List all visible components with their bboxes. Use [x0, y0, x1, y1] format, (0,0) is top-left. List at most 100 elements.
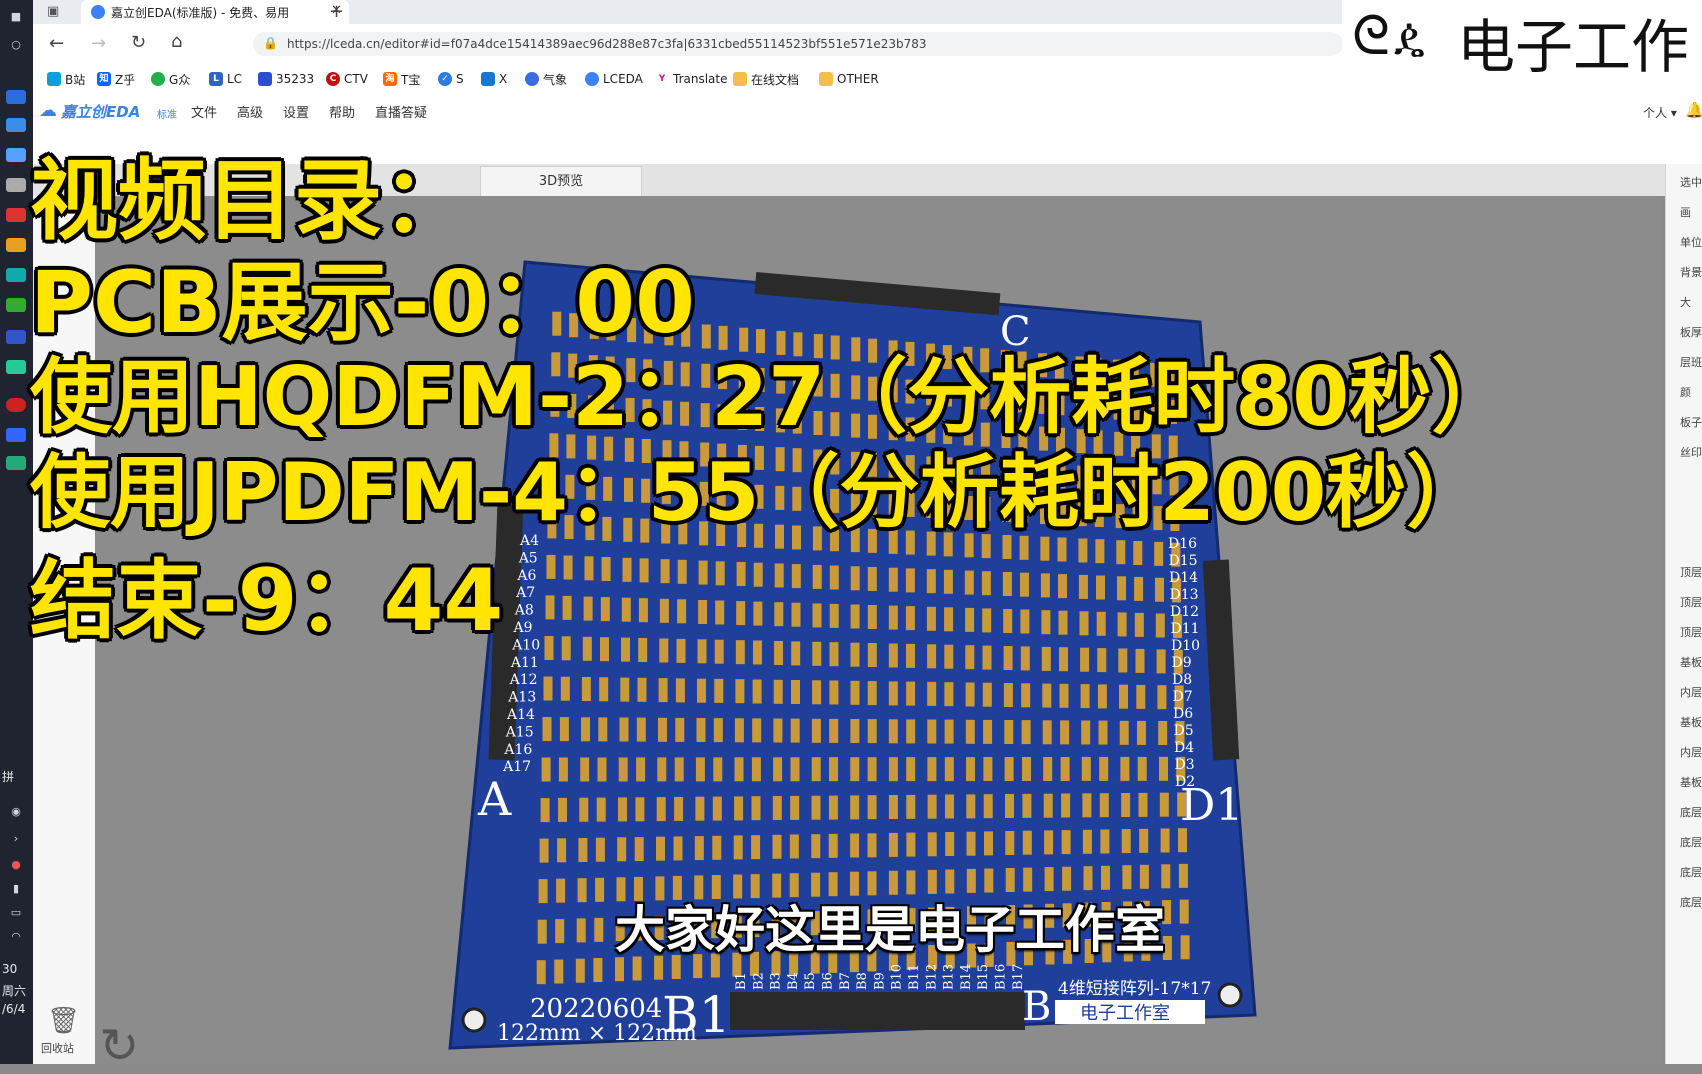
taskbar-app-icon[interactable]: [6, 360, 26, 374]
bookmark-item[interactable]: 气象: [525, 70, 567, 88]
menu-advanced[interactable]: 高级: [237, 102, 263, 121]
solder-pad: [829, 718, 839, 743]
solder-pad: [638, 598, 648, 623]
folder-icon: [733, 72, 747, 86]
panel-item[interactable]: 顶层: [1680, 564, 1702, 580]
panel-item[interactable]: 底层: [1680, 894, 1702, 910]
taskbar-app-icon[interactable]: ■: [6, 10, 26, 24]
solder-pad: [906, 794, 916, 819]
taskbar-app-icon[interactable]: [6, 238, 26, 252]
bookmark-item[interactable]: 淘 T宝: [383, 70, 420, 88]
taskbar-app-icon[interactable]: [6, 90, 26, 104]
solder-pad: [1096, 611, 1106, 636]
taskbar-app-icon[interactable]: [6, 148, 26, 162]
solder-pad: [598, 717, 608, 742]
taskbar-app-icon[interactable]: [6, 428, 26, 442]
microphone-icon[interactable]: ▮: [6, 882, 26, 896]
lock-icon[interactable]: 🔒: [263, 36, 278, 50]
new-tab-icon[interactable]: +: [329, 1, 344, 22]
taskbar-app-icon[interactable]: [6, 178, 26, 192]
panel-item[interactable]: 画: [1680, 204, 1691, 220]
bookmark-item[interactable]: B站: [47, 70, 85, 88]
app-tray-icon[interactable]: ●: [6, 858, 26, 872]
panel-item[interactable]: 顶层: [1680, 624, 1702, 640]
panel-item[interactable]: 背景: [1680, 264, 1702, 280]
taskbar-app-icon[interactable]: [6, 398, 26, 412]
panel-item[interactable]: 选中: [1680, 174, 1702, 190]
bookmark-item[interactable]: 35233: [258, 70, 314, 88]
panel-item[interactable]: 基板: [1680, 774, 1702, 790]
solder-pad: [1002, 572, 1012, 596]
reload-icon[interactable]: ↻: [131, 32, 146, 53]
taskbar-app-icon[interactable]: [6, 330, 26, 344]
trash-icon[interactable]: 🗑: [47, 1006, 80, 1036]
panel-item[interactable]: 底层: [1680, 864, 1702, 880]
bookmark-item[interactable]: 在线文档: [733, 70, 799, 88]
solder-pad: [673, 836, 683, 861]
bookmark-item[interactable]: G众: [151, 70, 190, 88]
url-field[interactable]: 🔒 https://lceda.cn/editor#id=f07a4dce154…: [253, 32, 1343, 56]
taskbar-app-icon[interactable]: [6, 456, 26, 470]
bookmark-item[interactable]: LCEDA: [585, 70, 643, 88]
battery-icon[interactable]: ▭: [6, 906, 26, 920]
panel-item[interactable]: 基板: [1680, 714, 1702, 730]
bookmark-item[interactable]: X: [481, 70, 507, 88]
back-icon[interactable]: ←: [49, 33, 64, 54]
solder-pad: [659, 638, 669, 663]
menu-settings[interactable]: 设置: [283, 102, 309, 121]
bookmark-item[interactable]: Y Translate: [655, 70, 728, 88]
silk-col-label: B10: [890, 964, 905, 990]
solder-pad: [790, 795, 800, 820]
menu-file[interactable]: 文件: [191, 102, 217, 121]
panel-item[interactable]: 层班: [1680, 354, 1702, 370]
bookmark-item[interactable]: ✓ S: [438, 70, 464, 88]
bell-icon[interactable]: 🔔: [1685, 101, 1702, 119]
bookmark-item[interactable]: OTHER: [819, 70, 879, 88]
tab-actions-icon[interactable]: ▣: [47, 4, 59, 19]
forward-icon[interactable]: →: [91, 33, 106, 54]
solder-pad: [850, 680, 860, 705]
home-icon[interactable]: ⌂: [171, 31, 182, 52]
solder-pad: [735, 640, 745, 665]
header-bottom: [730, 992, 1025, 1030]
taskbar-app-icon[interactable]: [6, 298, 26, 312]
taskbar-app-icon[interactable]: ○: [6, 38, 26, 52]
taskbar-app-icon[interactable]: [6, 118, 26, 132]
rotate-view-icon[interactable]: ↻: [99, 1018, 139, 1074]
bookmark-item[interactable]: L LC: [209, 70, 242, 88]
solder-pad: [562, 595, 572, 620]
panel-item[interactable]: 内层: [1680, 684, 1702, 700]
taskbar-app-icon[interactable]: [6, 268, 26, 282]
bookmark-item[interactable]: C CTV: [326, 70, 368, 88]
clock-date[interactable]: /6/4: [2, 1002, 25, 1016]
panel-item[interactable]: 顶层: [1680, 594, 1702, 610]
panel-item[interactable]: 颜: [1680, 384, 1691, 400]
panel-item[interactable]: 大: [1680, 294, 1691, 310]
panel-item[interactable]: 板子: [1680, 414, 1702, 430]
user-menu[interactable]: 个人 ▾: [1643, 104, 1677, 121]
menu-live-qa[interactable]: 直播答疑: [375, 102, 427, 121]
panel-item[interactable]: 底层: [1680, 834, 1702, 850]
panel-item[interactable]: 内层: [1680, 744, 1702, 760]
clock-weekday[interactable]: 周六: [2, 982, 26, 999]
solder-pad: [582, 636, 592, 661]
chevron-right-icon[interactable]: ›: [6, 832, 26, 846]
browser-tab[interactable]: 嘉立创EDA(标准版) - 免费、易用 ✕: [81, 0, 349, 24]
solder-pad: [1042, 720, 1052, 745]
bluetooth-icon[interactable]: ◉: [6, 805, 26, 819]
solder-pad: [753, 640, 762, 665]
menu-help[interactable]: 帮助: [329, 102, 355, 121]
bookmark-item[interactable]: 知 Z乎: [97, 70, 135, 88]
wifi-icon[interactable]: ◠: [6, 930, 26, 944]
solder-pad: [1004, 720, 1014, 744]
panel-item[interactable]: 底层: [1680, 804, 1702, 820]
panel-item[interactable]: 丝印: [1680, 444, 1702, 460]
ime-indicator[interactable]: 拼: [2, 768, 14, 785]
panel-item[interactable]: 单位: [1680, 234, 1702, 250]
clock-time[interactable]: 30: [2, 962, 17, 976]
panel-item[interactable]: 板厚: [1680, 324, 1702, 340]
panel-item[interactable]: 基板: [1680, 654, 1702, 670]
solder-pad: [1058, 610, 1068, 635]
tab-3d-preview[interactable]: 3D预览: [480, 166, 642, 197]
taskbar-app-icon[interactable]: [6, 208, 26, 222]
